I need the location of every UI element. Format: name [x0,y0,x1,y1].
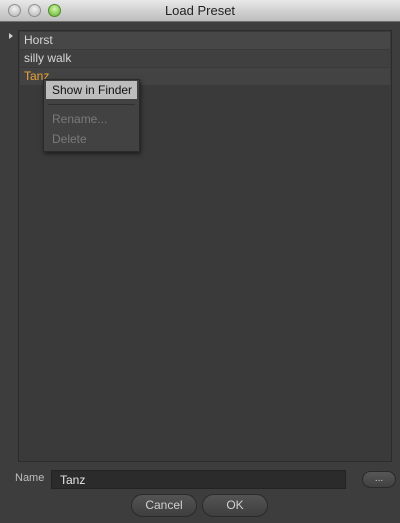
title-bar: Load Preset [0,0,400,22]
name-label: Name [15,472,45,484]
menu-item-rename[interactable]: Rename... [46,110,137,128]
preset-item-horst[interactable]: Horst [20,32,390,49]
window-title: Load Preset [164,3,236,18]
menu-item-delete[interactable]: Delete [46,130,137,148]
preset-item-silly-walk[interactable]: silly walk [20,50,390,67]
ok-button[interactable]: OK [202,494,268,517]
browse-button[interactable]: ... [362,471,396,488]
disclosure-triangle-icon[interactable] [9,33,13,39]
cancel-button[interactable]: Cancel [131,494,197,517]
context-menu: Show in Finder Rename... Delete [43,79,140,152]
name-input[interactable] [51,470,346,489]
menu-item-show-in-finder[interactable]: Show in Finder [46,81,137,99]
menu-separator [48,104,135,105]
